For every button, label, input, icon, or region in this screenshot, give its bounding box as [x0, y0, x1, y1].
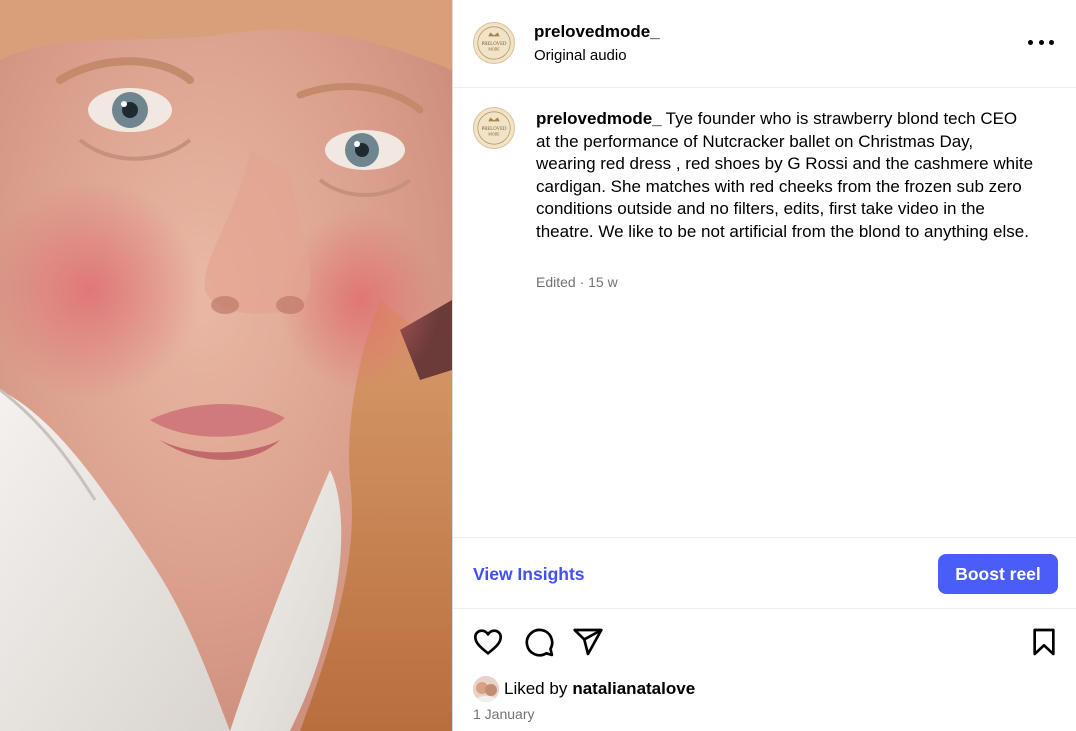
post-date[interactable]: 1 January — [473, 706, 534, 722]
action-bar — [453, 609, 1076, 673]
bookmark-icon[interactable] — [1028, 626, 1060, 658]
reel-video[interactable] — [0, 0, 452, 731]
video-frame-image — [0, 0, 452, 731]
svg-text:PRELOVED: PRELOVED — [482, 127, 507, 132]
comment-icon[interactable] — [523, 626, 555, 658]
caption-username[interactable]: prelovedmode_ — [536, 109, 662, 128]
author-avatar[interactable]: PRELOVED MODE — [473, 22, 515, 64]
caption-text-block: prelovedmode_ Tye founder who is strawber… — [536, 108, 1036, 244]
view-insights-link[interactable]: View Insights — [473, 564, 585, 585]
liker-avatar[interactable] — [473, 676, 499, 702]
liked-by-row: Liked by natalianatalove — [473, 676, 695, 702]
more-icon[interactable] — [1028, 30, 1054, 54]
caption-section: PRELOVED MODE prelovedmode_ Tye founder w… — [453, 89, 1076, 537]
insights-bar: View Insights Boost reel — [453, 537, 1076, 609]
avatar-logo-text: PRELOVED — [482, 42, 507, 47]
liked-by-username[interactable]: natalianatalove — [572, 679, 695, 699]
audio-label[interactable]: Original audio — [534, 47, 627, 64]
heart-icon[interactable] — [472, 626, 504, 658]
post-header: PRELOVED MODE prelovedmode_ Original aud… — [453, 0, 1076, 88]
author-username[interactable]: prelovedmode_ — [534, 22, 660, 42]
caption-meta: Edited · 15 w — [536, 274, 618, 290]
boost-reel-button[interactable]: Boost reel — [938, 554, 1058, 594]
caption-body: Tye founder who is strawberry blond tech… — [536, 109, 1034, 241]
post-panel: PRELOVED MODE prelovedmode_ Original aud… — [453, 0, 1076, 731]
svg-text:MODE: MODE — [488, 133, 500, 137]
svg-text:MODE: MODE — [488, 48, 500, 52]
caption-avatar[interactable]: PRELOVED MODE — [473, 107, 515, 149]
liked-by-label: Liked by — [504, 679, 568, 698]
share-icon[interactable] — [572, 626, 604, 658]
